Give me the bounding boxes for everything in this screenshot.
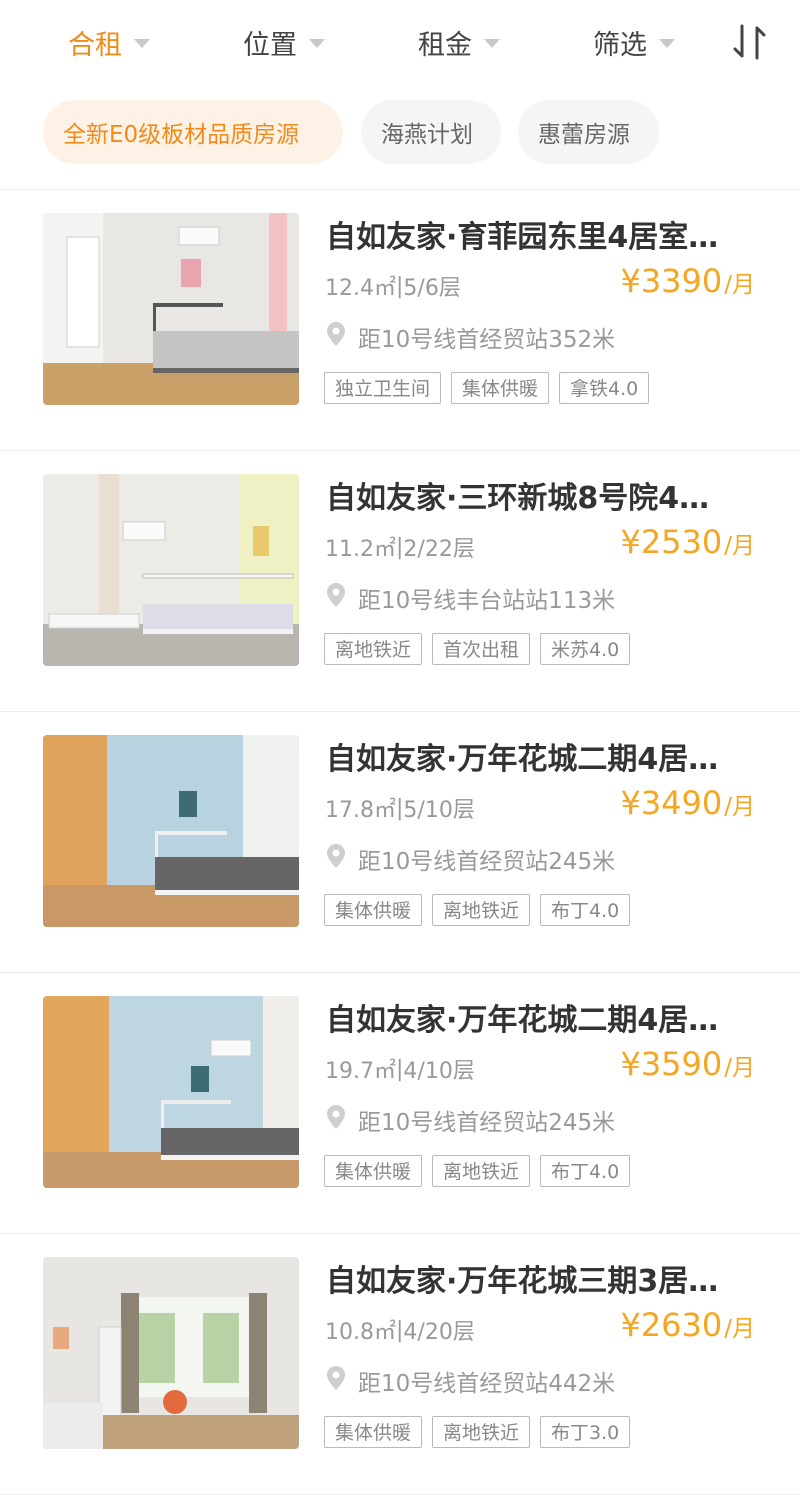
feature-tag: 离地铁近 (432, 1416, 531, 1448)
listing-price: ¥2530/月 (620, 523, 755, 561)
listing-floor: 2/22层 (403, 537, 475, 562)
location-text: 距10号线首经贸站245米 (358, 849, 616, 875)
listing-meta: 12.4㎡ | 5/6层 (325, 270, 461, 302)
room-photo (43, 213, 299, 405)
listing-area: 11.2㎡ (325, 537, 396, 562)
filter-label: 合租 (68, 29, 122, 61)
listing-floor: 4/20层 (403, 1320, 475, 1345)
location-text: 距10号线丰台站站113米 (358, 588, 616, 614)
location-pin-icon (326, 843, 346, 875)
filter-label: 筛选 (593, 29, 647, 61)
tag-chip-huilei[interactable]: 惠蕾房源 (518, 100, 659, 164)
feature-tag: 离地铁近 (324, 633, 423, 665)
filter-location[interactable]: 位置 (243, 22, 325, 62)
caret-down-icon (659, 38, 675, 48)
sort-arrows-icon[interactable] (730, 22, 770, 62)
filter-more[interactable]: 筛选 (593, 22, 675, 62)
listing-meta: 10.8㎡ | 4/20层 (325, 1314, 475, 1346)
feature-tag: 米苏4.0 (540, 633, 631, 665)
tag-chip-e0[interactable]: 全新E0级板材品质房源 (43, 100, 343, 164)
room-photo (43, 474, 299, 666)
caret-down-icon (309, 38, 325, 48)
feature-tag: 离地铁近 (432, 1155, 531, 1187)
caret-down-icon (134, 38, 150, 48)
listing-area: 10.8㎡ (325, 1320, 396, 1345)
room-photo (43, 996, 299, 1188)
listing-location: 距10号线首经贸站245米 (326, 842, 615, 876)
feature-tag: 集体供暖 (324, 894, 423, 926)
listing-area: 19.7㎡ (325, 1059, 396, 1084)
feature-tag: 布丁4.0 (540, 1155, 631, 1187)
listing-price: ¥2630/月 (620, 1306, 755, 1344)
location-pin-icon (326, 1104, 346, 1136)
room-photo (43, 1257, 299, 1449)
listing-location: 距10号线首经贸站245米 (326, 1103, 615, 1137)
listing-title: 自如友家·万年花城二期4居… (326, 1003, 719, 1037)
price-amount: ¥3390 (620, 262, 723, 300)
price-unit: /月 (724, 794, 755, 820)
location-text: 距10号线首经贸站352米 (358, 327, 616, 353)
listing-location: 距10号线首经贸站442米 (326, 1364, 615, 1398)
location-text: 距10号线首经贸站442米 (358, 1371, 616, 1397)
listing-card[interactable]: 自如友家·万年花城二期4居… 17.8㎡ | 5/10层 ¥3490/月 距10号线… (0, 712, 800, 973)
listing-price: ¥3490/月 (620, 784, 755, 822)
feature-tags: 集体供暖 离地铁近 布丁4.0 (324, 1155, 631, 1187)
filter-bar: 合租 位置 租金 筛选 (0, 0, 800, 84)
listing-location: 距10号线丰台站站113米 (326, 581, 615, 615)
tag-chip-haiyan[interactable]: 海燕计划 (361, 100, 501, 164)
price-unit: /月 (724, 272, 755, 298)
feature-tag: 布丁4.0 (540, 894, 631, 926)
listing-card[interactable]: 自如友家·育菲园东里4居室… 12.4㎡ | 5/6层 ¥3390/月 距10号线首… (0, 190, 800, 451)
filter-label: 位置 (243, 29, 297, 61)
feature-tags: 集体供暖 离地铁近 布丁4.0 (324, 894, 631, 926)
room-photo (43, 735, 299, 927)
listing-price: ¥3590/月 (620, 1045, 755, 1083)
feature-tag: 独立卫生间 (324, 372, 442, 404)
listing-title: 自如友家·万年花城三期3居… (326, 1264, 719, 1298)
listing-floor: 5/6层 (403, 276, 461, 301)
feature-tag: 布丁3.0 (540, 1416, 631, 1448)
feature-tag: 集体供暖 (451, 372, 550, 404)
location-pin-icon (326, 321, 346, 353)
listing-card[interactable]: 自如友家·万年花城三期3居… 10.8㎡ | 4/20层 ¥2630/月 距10号线… (0, 1234, 800, 1495)
location-text: 距10号线首经贸站245米 (358, 1110, 616, 1136)
price-unit: /月 (724, 1055, 755, 1081)
listing-meta: 17.8㎡ | 5/10层 (325, 792, 475, 824)
price-unit: /月 (724, 533, 755, 559)
filter-rental-type[interactable]: 合租 (68, 22, 150, 62)
feature-tags: 独立卫生间 集体供暖 拿铁4.0 (324, 372, 650, 404)
feature-tag: 拿铁4.0 (559, 372, 650, 404)
listing-title: 自如友家·万年花城二期4居… (326, 742, 719, 776)
listing-floor: 4/10层 (403, 1059, 475, 1084)
feature-tag: 集体供暖 (324, 1155, 423, 1187)
price-amount: ¥2630 (620, 1306, 723, 1344)
listing-meta: 19.7㎡ | 4/10层 (325, 1053, 475, 1085)
listing-area: 17.8㎡ (325, 798, 396, 823)
listing-card[interactable]: 自如友家·万年花城二期4居… 19.7㎡ | 4/10层 ¥3590/月 距10号线… (0, 973, 800, 1234)
price-unit: /月 (724, 1316, 755, 1342)
price-amount: ¥3590 (620, 1045, 723, 1083)
listing-meta: 11.2㎡ | 2/22层 (325, 531, 475, 563)
filter-label: 租金 (418, 29, 472, 61)
caret-down-icon (484, 38, 500, 48)
listing-area: 12.4㎡ (325, 276, 396, 301)
listing-location: 距10号线首经贸站352米 (326, 320, 615, 354)
feature-tags: 集体供暖 离地铁近 布丁3.0 (324, 1416, 631, 1448)
listing-card[interactable]: 自如友家·三环新城8号院4… 11.2㎡ | 2/22层 ¥2530/月 距10号线… (0, 451, 800, 712)
price-amount: ¥3490 (620, 784, 723, 822)
listing-price: ¥3390/月 (620, 262, 755, 300)
filter-rent[interactable]: 租金 (418, 22, 500, 62)
listing-floor: 5/10层 (403, 798, 475, 823)
feature-tag: 首次出租 (432, 633, 531, 665)
listing-title: 自如友家·三环新城8号院4… (326, 481, 710, 515)
feature-tag: 离地铁近 (432, 894, 531, 926)
feature-tags: 离地铁近 首次出租 米苏4.0 (324, 633, 631, 665)
location-pin-icon (326, 582, 346, 614)
price-amount: ¥2530 (620, 523, 723, 561)
feature-tag: 集体供暖 (324, 1416, 423, 1448)
tag-chip-bar: 全新E0级板材品质房源 海燕计划 惠蕾房源 (0, 84, 800, 190)
location-pin-icon (326, 1365, 346, 1397)
listing-title: 自如友家·育菲园东里4居室… (326, 220, 719, 254)
